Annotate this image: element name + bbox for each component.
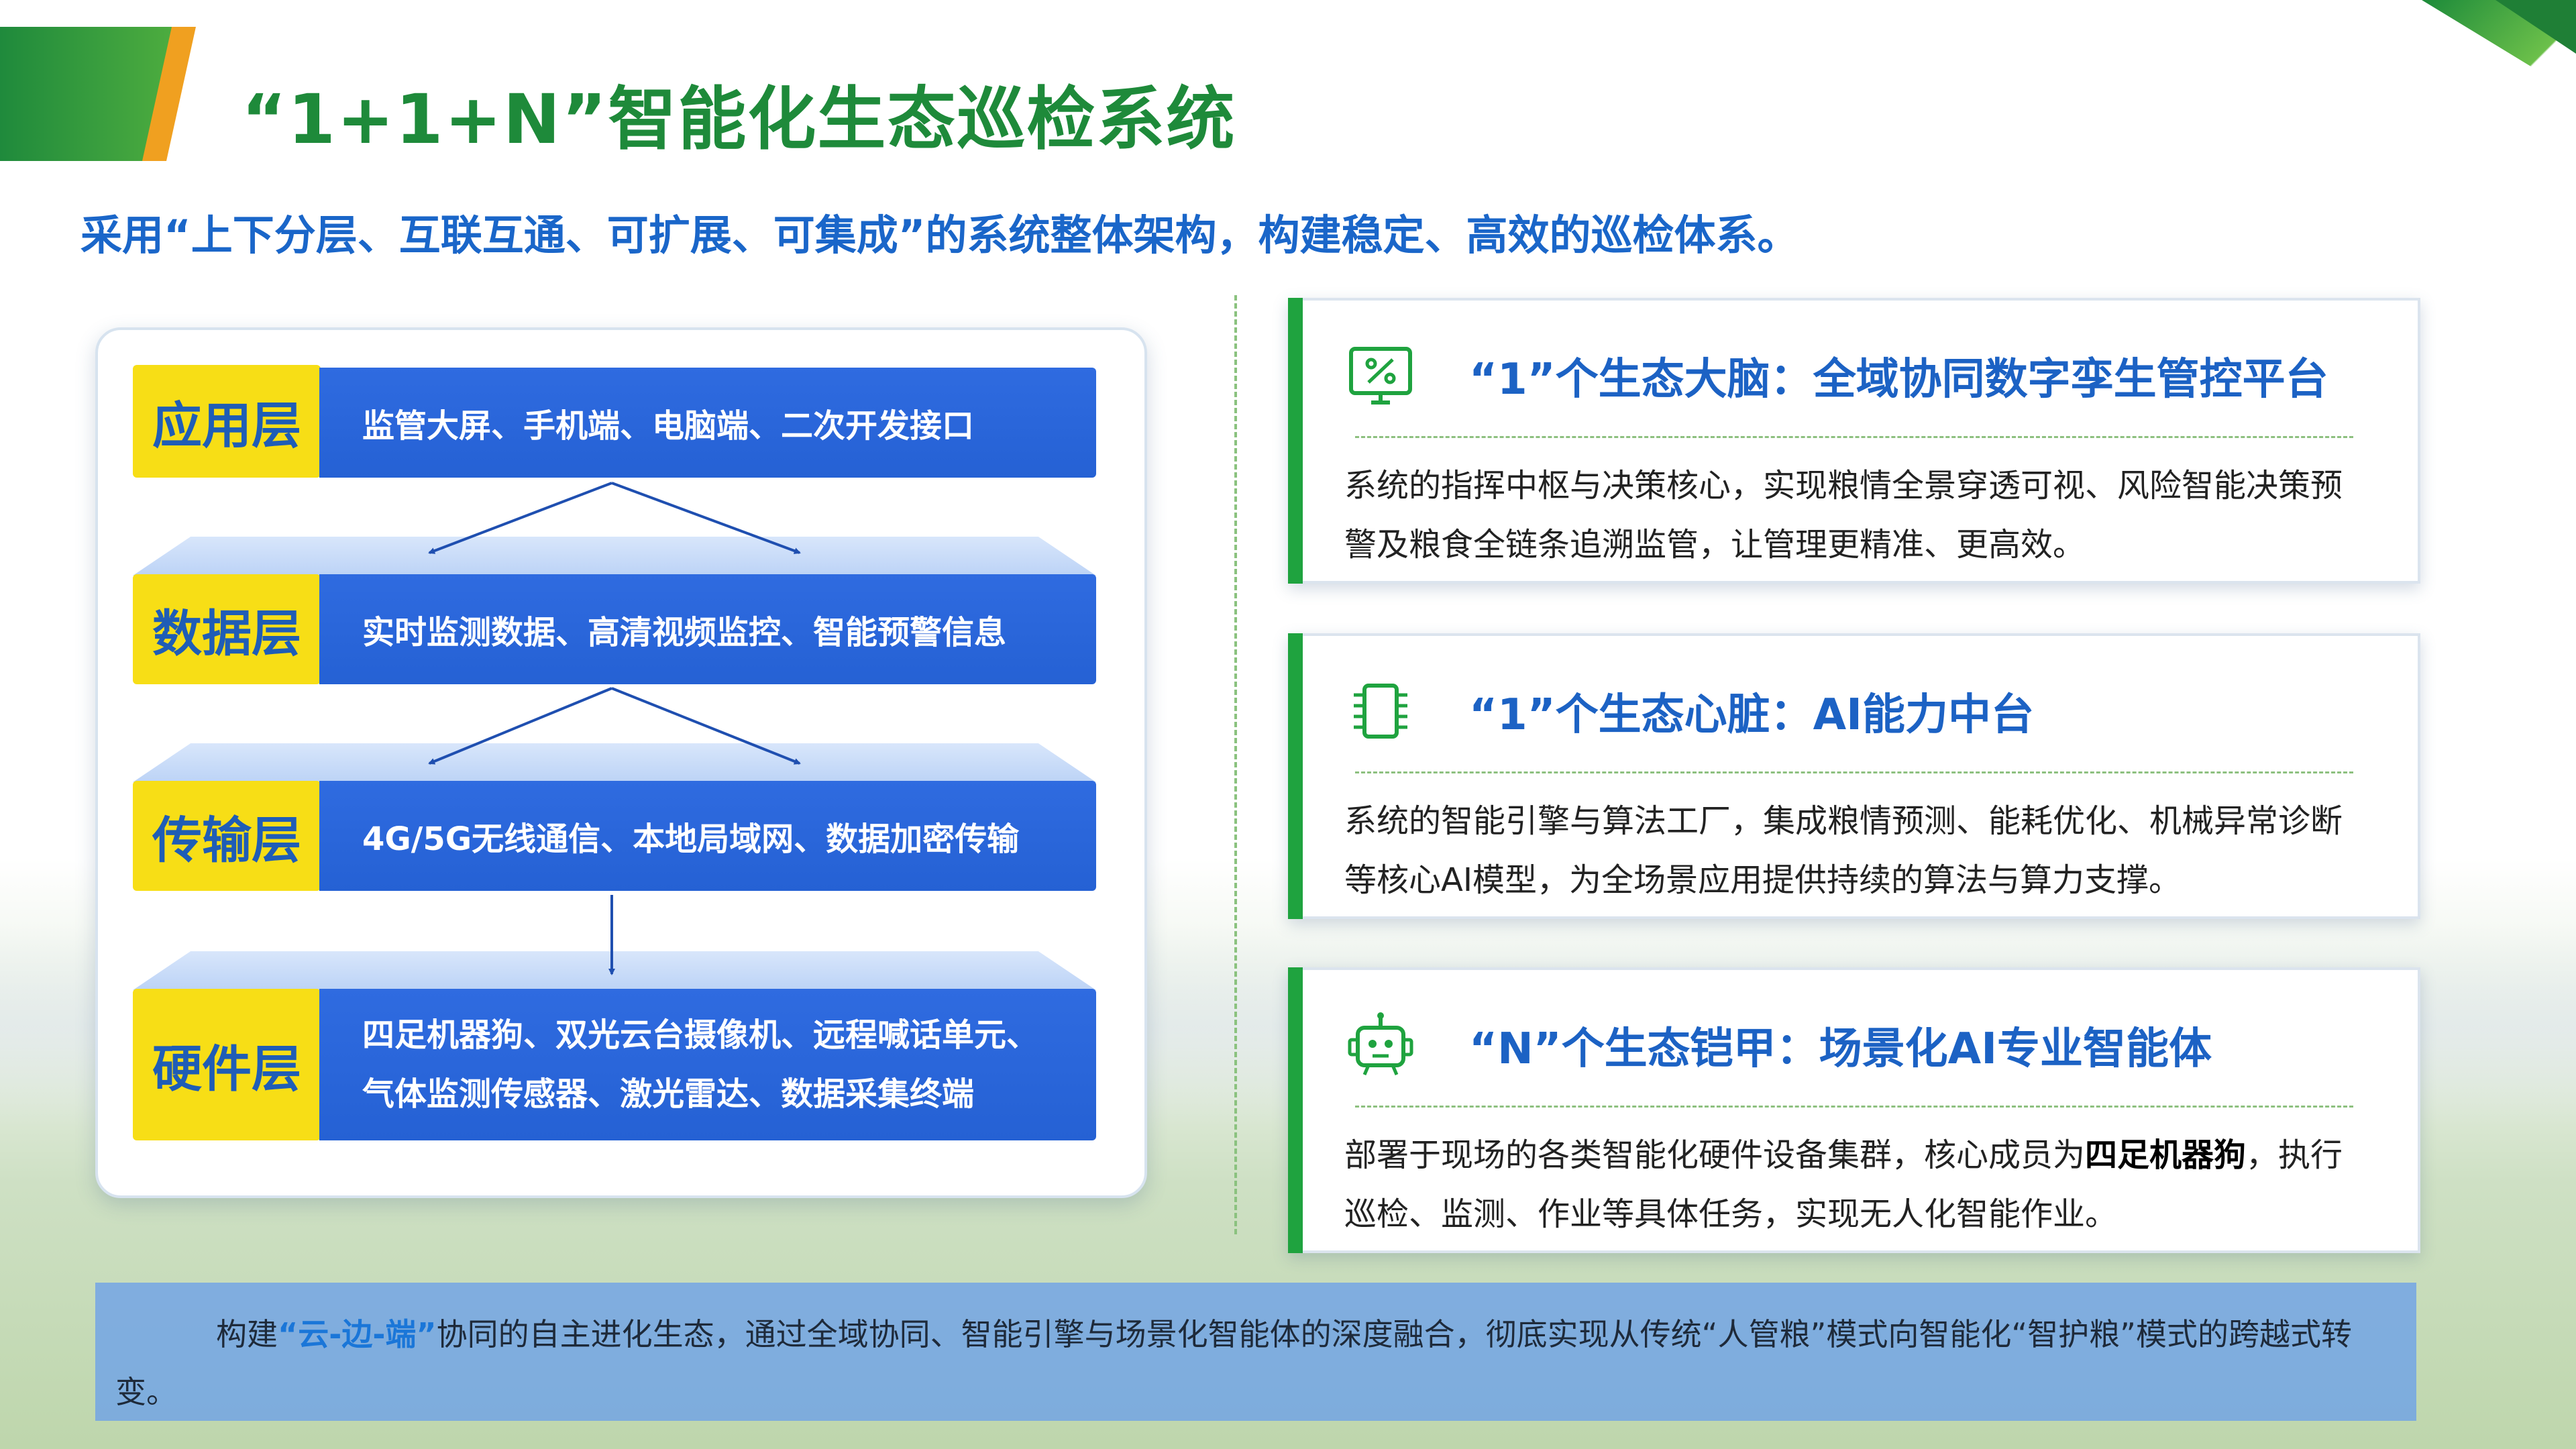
monitor-percent-icon	[1349, 347, 1412, 405]
chip-icon	[1354, 684, 1407, 739]
layer-label-hardware: 硬件层	[133, 989, 321, 1140]
layer-plate-data	[133, 537, 1096, 576]
layer-bar-data: 实时监测数据、高清视频监控、智能预警信息	[319, 574, 1096, 684]
layer-bar-application: 监管大屏、手机端、电脑端、二次开发接口	[319, 368, 1096, 478]
layer-desc-hardware-line2: 气体监测传感器、激光雷达、数据采集终端	[362, 1075, 975, 1113]
card-separator	[1355, 436, 2353, 438]
layer-desc-transport: 4G/5G无线通信、本地局域网、数据加密传输	[362, 820, 1020, 858]
card-body-pre: 部署于现场的各类智能化硬件设备集群，核心成员为	[1344, 1136, 2086, 1174]
card-accent	[1288, 298, 1303, 584]
card-title: “N”个生态铠甲：场景化AI专业智能体	[1469, 1024, 2212, 1074]
card-body: 系统的指挥中枢与决策核心，实现粮情全景穿透可视、风险智能决策预警及粮食全链条追溯…	[1344, 467, 2343, 564]
robot-icon	[1348, 1012, 1413, 1075]
summary-banner: 构建“云-边-端”协同的自主进化生态，通过全域协同、智能引擎与场景化智能体的深度…	[95, 1283, 2416, 1421]
layer-desc-application: 监管大屏、手机端、电脑端、二次开发接口	[362, 407, 975, 445]
layer-plate-hardware	[133, 951, 1096, 990]
card-ecosystem-brain: “1”个生态大脑：全域协同数字孪生管控平台 系统的指挥中枢与决策核心，实现粮情全…	[1288, 298, 2420, 584]
banner-highlight: “云-边-端”	[278, 1316, 437, 1352]
card-ecosystem-armor: “N”个生态铠甲：场景化AI专业智能体 部署于现场的各类智能化硬件设备集群，核心…	[1288, 967, 2420, 1253]
card-separator	[1355, 771, 2353, 773]
page-title: “1+1+N”智能化生态巡检系统	[241, 80, 1236, 160]
layer-desc-hardware-line1: 四足机器狗、双光云台摄像机、远程喊话单元、	[362, 1016, 1039, 1054]
layer-label-application: 应用层	[133, 365, 321, 478]
layer-plate-transport	[133, 743, 1096, 782]
card-accent	[1288, 633, 1303, 919]
card-body: 部署于现场的各类智能化硬件设备集群，核心成员为四足机器狗，执行巡检、监测、作业等…	[1344, 1126, 2353, 1244]
banner-text-pre: 构建	[216, 1316, 278, 1352]
card-ecosystem-heart: “1”个生态心脏：AI能力中台 系统的智能引擎与算法工厂，集成粮情预测、能耗优化…	[1288, 633, 2420, 919]
card-body: 系统的智能引擎与算法工厂，集成粮情预测、能耗优化、机械异常诊断等核心AI模型，为…	[1344, 802, 2343, 899]
layer-desc-data: 实时监测数据、高清视频监控、智能预警信息	[362, 614, 1007, 651]
banner-text-post: 协同的自主进化生态，通过全域协同、智能引擎与场景化智能体的深度融合，彻底实现从传…	[115, 1316, 2352, 1410]
card-body-highlight: 四足机器狗	[2085, 1136, 2247, 1174]
page-subtitle: 采用“上下分层、互联互通、可扩展、可集成”的系统整体架构，构建稳定、高效的巡检体…	[80, 211, 1799, 260]
layer-bar-hardware: 四足机器狗、双光云台摄像机、远程喊话单元、 气体监测传感器、激光雷达、数据采集终…	[319, 989, 1096, 1140]
divider-dashed	[1234, 295, 1237, 1234]
card-title: “1”个生态心脏：AI能力中台	[1469, 690, 2034, 740]
card-title: “1”个生态大脑：全域协同数字孪生管控平台	[1469, 355, 2328, 405]
layer-bar-transport: 4G/5G无线通信、本地局域网、数据加密传输	[319, 781, 1096, 891]
layer-label-data: 数据层	[133, 574, 321, 684]
layer-label-transport: 传输层	[133, 781, 321, 891]
card-accent	[1288, 967, 1303, 1253]
card-separator	[1355, 1106, 2353, 1108]
